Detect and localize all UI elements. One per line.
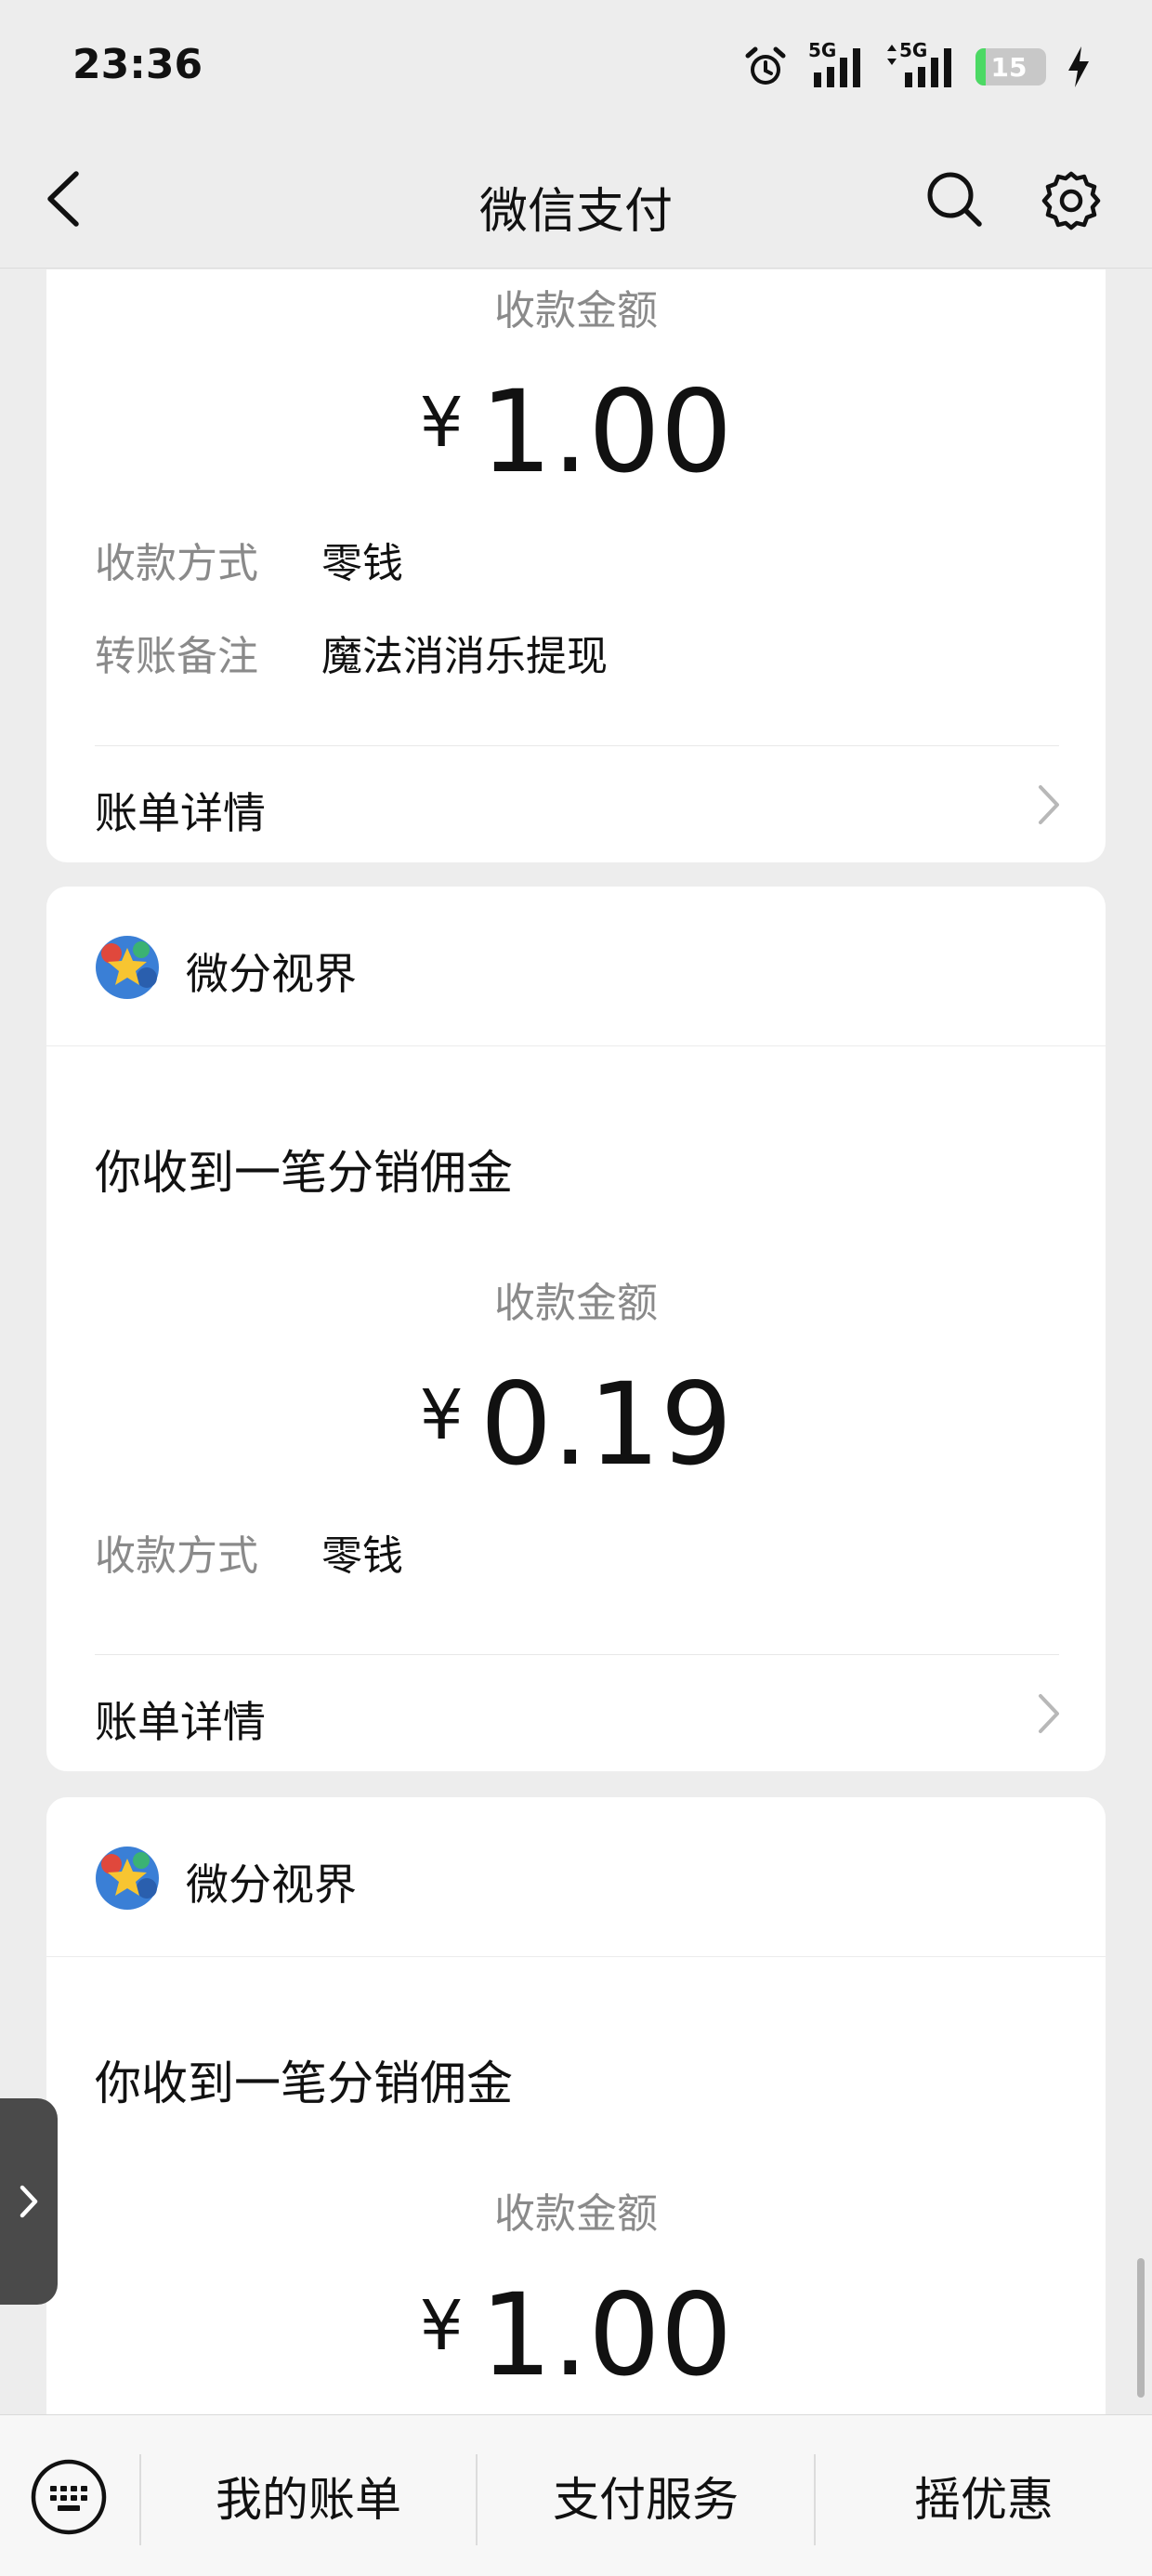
amount-value: ¥1.00	[46, 372, 1106, 493]
message-list[interactable]: 收款金额 ¥1.00 收款方式 零钱 转账备注 魔法消消乐提现 账单详情 微分视…	[0, 269, 1152, 2414]
payment-card: 微分视界 你收到一笔分销佣金 收款金额 ¥1.00	[46, 1797, 1106, 2414]
keyboard-icon[interactable]	[30, 2458, 108, 2536]
app-name: 微分视界	[186, 949, 357, 999]
app-logo-icon	[96, 936, 159, 999]
card-header[interactable]: 微分视界	[46, 1797, 1106, 1957]
charging-icon	[1068, 46, 1089, 87]
signal-5g-icon-2: 5G	[886, 39, 955, 89]
status-time: 23:36	[72, 41, 203, 88]
info-row: 收款方式 零钱	[95, 530, 403, 589]
search-icon[interactable]	[925, 170, 983, 228]
amount-value: ¥0.19	[46, 1364, 1106, 1485]
bill-detail-link[interactable]: 账单详情	[46, 1655, 1106, 1771]
battery-level: 15	[990, 51, 1028, 83]
row-label: 收款方式	[95, 540, 258, 587]
signal-5g-icon: 5G	[808, 39, 866, 89]
amount-value: ¥1.00	[46, 2275, 1106, 2396]
row-value: 零钱	[321, 1532, 403, 1580]
nav-bar: 微信支付	[0, 135, 1152, 269]
bill-detail-link[interactable]: 账单详情	[46, 746, 1106, 862]
notice-title: 你收到一笔分销佣金	[95, 1146, 513, 1200]
currency-symbol: ¥	[419, 2286, 464, 2366]
amount-label: 收款金额	[494, 287, 658, 335]
chevron-right-icon	[1039, 1694, 1059, 1733]
menu-item-shake-offers[interactable]: 摇优惠	[816, 2415, 1152, 2576]
menu-item-pay-services[interactable]: 支付服务	[478, 2415, 814, 2576]
card-header[interactable]: 微分视界	[46, 887, 1106, 1046]
row-value: 魔法消消乐提现	[321, 633, 608, 680]
battery-indicator: 15	[975, 48, 1046, 85]
notice-title: 你收到一笔分销佣金	[95, 2057, 513, 2110]
info-row: 收款方式 零钱	[95, 1522, 403, 1582]
amount-number: 1.00	[479, 2269, 733, 2401]
row-label: 转账备注	[95, 633, 258, 680]
status-icons: 5G 5G 15	[743, 39, 1091, 93]
app-name: 微分视界	[186, 1860, 357, 1910]
bill-detail-label: 账单详情	[95, 788, 266, 838]
amount-label: 收款金额	[494, 2190, 658, 2238]
app-logo-icon	[96, 1847, 159, 1910]
scrollbar[interactable]	[1137, 2258, 1145, 2398]
alarm-icon	[745, 46, 786, 85]
payment-card: 收款金额 ¥1.00 收款方式 零钱 转账备注 魔法消消乐提现 账单详情	[46, 269, 1106, 862]
info-row: 转账备注 魔法消消乐提现	[95, 623, 608, 682]
chevron-right-icon	[1039, 785, 1059, 824]
row-value: 零钱	[321, 540, 403, 587]
bottom-menu-bar: 我的账单 支付服务 摇优惠	[0, 2414, 1152, 2576]
chevron-right-icon	[20, 2185, 38, 2218]
currency-symbol: ¥	[419, 383, 464, 463]
bill-detail-label: 账单详情	[95, 1697, 266, 1747]
status-bar: 23:36 5G 5G 15	[0, 0, 1152, 135]
amount-number: 1.00	[479, 366, 733, 498]
amount-number: 0.19	[479, 1359, 733, 1491]
currency-symbol: ¥	[419, 1375, 464, 1455]
amount-label: 收款金额	[494, 1280, 658, 1327]
floating-side-tab[interactable]	[0, 2098, 58, 2305]
payment-card: 微分视界 你收到一笔分销佣金 收款金额 ¥0.19 收款方式 零钱 账单详情	[46, 887, 1106, 1771]
gear-icon[interactable]	[1041, 170, 1102, 231]
menu-item-my-bills[interactable]: 我的账单	[141, 2415, 476, 2576]
row-label: 收款方式	[95, 1532, 258, 1580]
